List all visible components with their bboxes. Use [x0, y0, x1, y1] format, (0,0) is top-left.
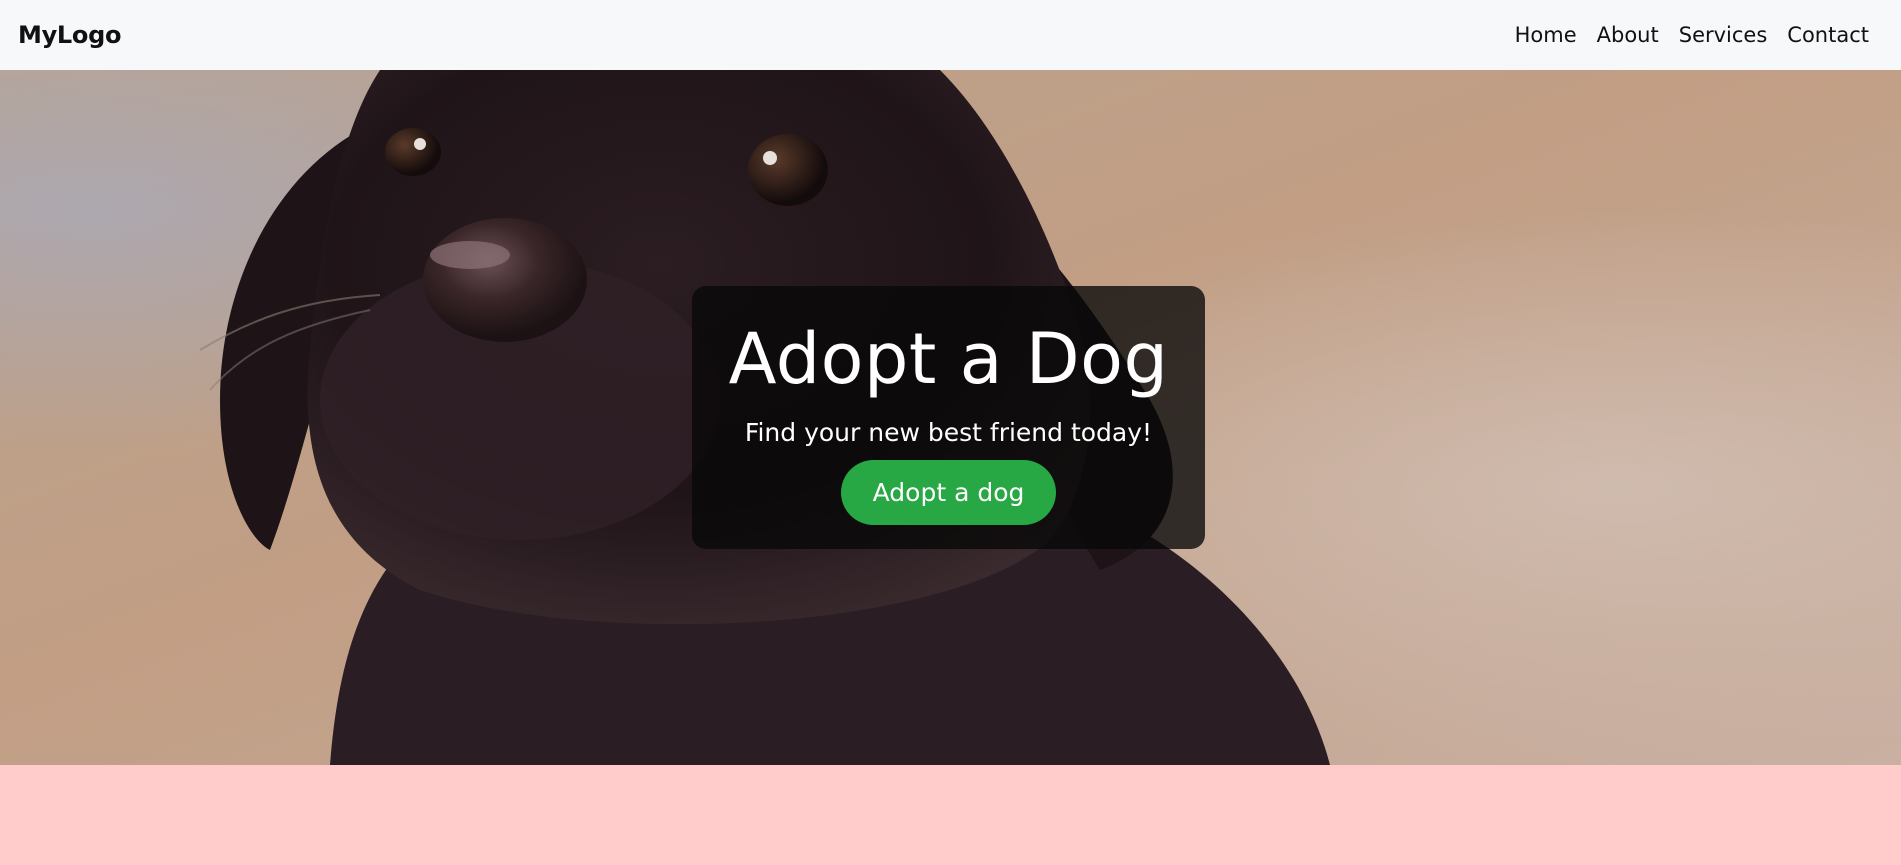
nav-link-about[interactable]: About [1597, 23, 1659, 47]
hero-title: Adopt a Dog [728, 318, 1169, 400]
nav-link-contact[interactable]: Contact [1787, 23, 1869, 47]
page-bottom-band [0, 765, 1901, 865]
hero-card: Adopt a Dog Find your new best friend to… [692, 286, 1205, 549]
adopt-button[interactable]: Adopt a dog [841, 460, 1056, 525]
nav-link-services[interactable]: Services [1679, 23, 1768, 47]
hero-section: Adopt a Dog Find your new best friend to… [0, 70, 1901, 765]
navbar: MyLogo Home About Services Contact [0, 0, 1901, 70]
logo[interactable]: MyLogo [18, 21, 121, 49]
nav-link-home[interactable]: Home [1515, 23, 1577, 47]
nav-links: Home About Services Contact [1515, 23, 1869, 47]
hero-subtitle: Find your new best friend today! [744, 418, 1153, 447]
